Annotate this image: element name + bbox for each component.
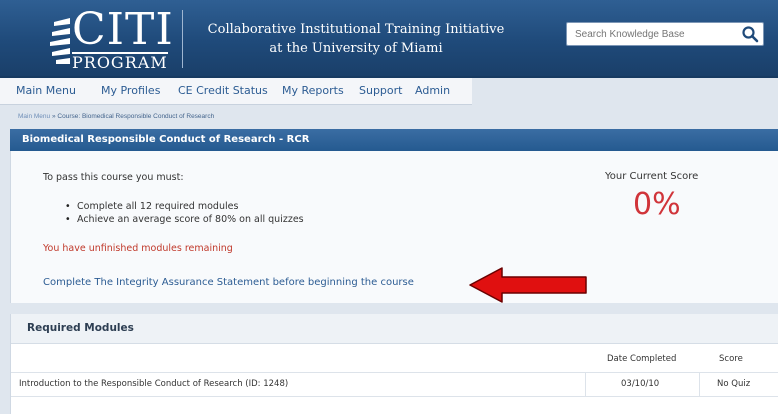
logo-text: CITI: [72, 4, 174, 55]
module-date-completed: 03/10/10: [621, 379, 660, 389]
column-header-date-completed: Date Completed: [607, 354, 677, 364]
header-title-line1: Collaborative Institutional Training Ini…: [207, 22, 505, 37]
required-modules-header: Required Modules: [11, 314, 778, 344]
nav-admin[interactable]: Admin: [415, 83, 450, 99]
requirements-list: Complete all 12 required modules Achieve…: [65, 200, 304, 226]
search-icon[interactable]: [741, 25, 759, 43]
nav-support[interactable]: Support: [359, 83, 402, 99]
required-modules-section: Required Modules Date Completed Score In…: [10, 314, 778, 414]
course-title-bar: Biomedical Responsible Conduct of Resear…: [10, 129, 778, 151]
breadcrumb: Main Menu » Course: Biomedical Responsib…: [18, 113, 214, 120]
breadcrumb-current: Course: Biomedical Responsible Conduct o…: [57, 113, 215, 120]
module-score: No Quiz: [717, 379, 751, 389]
header-title: Collaborative Institutional Training Ini…: [196, 20, 516, 58]
pass-requirements-intro: To pass this course you must:: [43, 172, 184, 183]
nav-ce-credit-status[interactable]: CE Credit Status: [178, 83, 268, 99]
column-divider: [699, 373, 700, 397]
unfinished-modules-warning: You have unfinished modules remaining: [43, 243, 233, 254]
breadcrumb-home-link[interactable]: Main Menu: [18, 113, 50, 120]
search-box: [566, 22, 764, 46]
header-title-line2: at the University of Miami: [269, 41, 443, 56]
table-row: [11, 396, 778, 414]
logo-subtext: PROGRAM: [72, 52, 168, 72]
course-requirements-panel: To pass this course you must: Complete a…: [10, 151, 778, 303]
nav-main-menu[interactable]: Main Menu: [16, 83, 76, 99]
requirement-item: Complete all 12 required modules: [65, 200, 304, 213]
requirement-item: Achieve an average score of 80% on all q…: [65, 213, 304, 226]
column-header-score: Score: [719, 354, 743, 364]
current-score-value: 0%: [633, 187, 681, 222]
nav-my-reports[interactable]: My Reports: [282, 83, 344, 99]
integrity-assurance-link[interactable]: Complete The Integrity Assurance Stateme…: [43, 277, 414, 288]
site-header: CITI PROGRAM Collaborative Institutional…: [0, 0, 778, 78]
nav-my-profiles[interactable]: My Profiles: [101, 83, 160, 99]
current-score-label: Your Current Score: [605, 171, 699, 182]
main-nav: Main Menu My Profiles CE Credit Status M…: [0, 78, 472, 105]
column-divider: [585, 373, 586, 397]
module-name-link[interactable]: Introduction to the Responsible Conduct …: [19, 379, 288, 389]
citi-logo[interactable]: CITI PROGRAM: [44, 4, 173, 72]
citi-logo-mark-icon: [50, 18, 70, 64]
required-modules-title: Required Modules: [27, 322, 134, 334]
header-divider: [182, 10, 183, 68]
table-row: Introduction to the Responsible Conduct …: [11, 372, 778, 397]
red-arrow-icon: [469, 267, 587, 303]
search-input[interactable]: [567, 23, 737, 45]
